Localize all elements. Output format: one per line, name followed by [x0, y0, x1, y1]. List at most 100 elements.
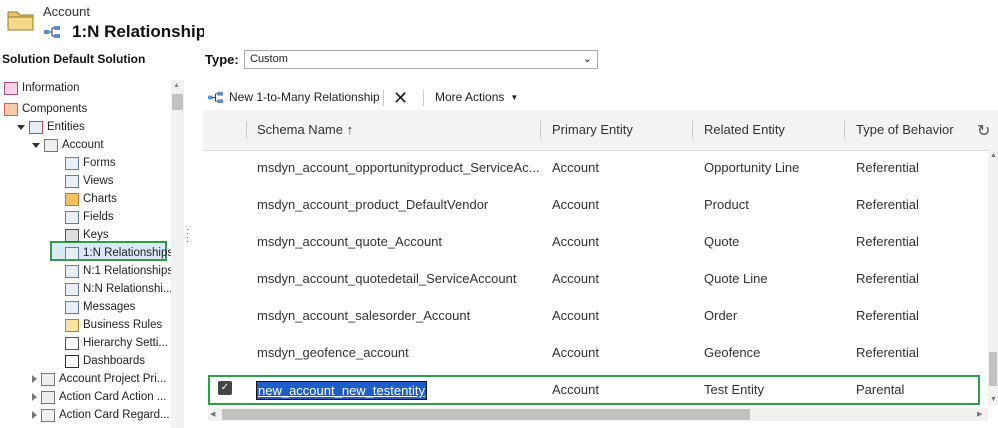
column-header-type-of-behavior[interactable]: Type of Behavior	[856, 122, 954, 137]
nav-scrollbar[interactable]	[171, 80, 184, 428]
grid-horizontal-scroll-thumb[interactable]	[222, 409, 750, 420]
cell-primary-entity: Account	[552, 345, 599, 360]
expand-icon[interactable]	[17, 124, 25, 130]
entity-icon	[41, 408, 55, 422]
expand-icon[interactable]	[32, 142, 40, 148]
column-separator	[540, 121, 541, 139]
new-relationship-button[interactable]: New 1-to-Many Relationship	[207, 90, 380, 104]
cell-type-of-behavior: Referential	[856, 234, 919, 249]
column-header-primary-entity[interactable]: Primary Entity	[552, 122, 633, 137]
entity-name: Account	[43, 4, 90, 19]
nav-scroll-thumb[interactable]	[172, 94, 183, 110]
refresh-icon[interactable]: ↻	[977, 121, 995, 140]
dashboards-icon	[65, 354, 79, 368]
cell-schema-name[interactable]: msdyn_geofence_account	[257, 345, 409, 360]
cell-schema-name[interactable]: msdyn_account_quotedetail_ServiceAccount	[257, 271, 516, 286]
cell-schema-name[interactable]: msdyn_account_product_DefaultVendor	[257, 197, 488, 212]
table-row[interactable]: msdyn_account_quotedetail_ServiceAccount…	[203, 261, 988, 298]
column-header-schema-name[interactable]: Schema Name ↑	[257, 122, 353, 137]
nav-item-account-project-price[interactable]: Account Project Pri...	[32, 370, 166, 388]
cell-related-entity: Geofence	[704, 345, 761, 360]
pane-splitter-icon[interactable]: · · · ·	[186, 225, 189, 247]
cell-schema-name[interactable]: msdyn_account_quote_Account	[257, 234, 442, 249]
table-row[interactable]: msdyn_account_opportunityproduct_Service…	[203, 150, 988, 187]
nav-item-1n-relationships[interactable]: 1:N Relationships	[65, 244, 173, 262]
nav-item-action-card-regarding[interactable]: Action Card Regard...	[32, 406, 170, 424]
information-icon	[4, 81, 18, 95]
table-row[interactable]: msdyn_account_product_DefaultVendor Acco…	[203, 187, 988, 224]
cell-related-entity: Test Entity	[704, 382, 764, 397]
table-row[interactable]: msdyn_geofence_account Account Geofence …	[203, 335, 988, 372]
scroll-up-icon[interactable]: ▲	[173, 82, 180, 89]
nav-item-forms[interactable]: Forms	[65, 154, 116, 172]
forms-icon	[65, 156, 79, 170]
cell-type-of-behavior: Parental	[856, 382, 905, 397]
scroll-down-icon[interactable]: ▼	[990, 396, 997, 403]
entities-icon	[29, 120, 43, 134]
scroll-left-icon[interactable]: ◀	[210, 410, 215, 418]
table-row[interactable]: msdyn_account_quote_Account Account Quot…	[203, 224, 988, 261]
cell-schema-name[interactable]: msdyn_account_opportunityproduct_Service…	[257, 160, 540, 175]
relationship-icon	[65, 246, 79, 260]
column-separator	[844, 121, 845, 139]
cell-type-of-behavior: Referential	[856, 345, 919, 360]
column-header-related-entity[interactable]: Related Entity	[704, 122, 785, 137]
components-icon	[4, 102, 18, 116]
cell-primary-entity: Account	[552, 234, 599, 249]
nav-item-entities[interactable]: Entities	[17, 118, 85, 136]
expand-icon[interactable]	[32, 375, 37, 383]
views-icon	[65, 174, 79, 188]
page-title: 1:N Relationships	[72, 22, 204, 41]
cell-primary-entity: Account	[552, 271, 599, 286]
more-actions-button[interactable]: More Actions ▼	[435, 90, 518, 104]
expand-icon[interactable]	[32, 393, 37, 401]
grid-vertical-scroll-thumb[interactable]	[989, 352, 997, 386]
nav-item-fields[interactable]: Fields	[65, 208, 114, 226]
scroll-up-icon[interactable]: ▲	[990, 152, 997, 159]
toolbar-separator	[423, 90, 424, 106]
chevron-down-icon: ⌄	[582, 53, 592, 65]
nav-item-information[interactable]: Information	[4, 79, 80, 97]
relationship-icon	[65, 282, 79, 296]
charts-icon	[65, 192, 79, 206]
nav-item-dashboards[interactable]: Dashboards	[65, 352, 145, 370]
nav-item-nn-relationships[interactable]: N:N Relationshi...	[65, 280, 172, 298]
solution-label: Solution Default Solution	[2, 52, 146, 66]
cell-type-of-behavior: Referential	[856, 308, 919, 323]
nav-item-keys[interactable]: Keys	[65, 226, 109, 244]
nav-item-hierarchy-settings[interactable]: Hierarchy Setti...	[65, 334, 168, 352]
relationship-icon	[208, 91, 223, 103]
nav-item-charts[interactable]: Charts	[65, 190, 117, 208]
scroll-right-icon[interactable]: ▶	[977, 410, 982, 418]
entity-icon	[41, 372, 55, 386]
cell-related-entity: Opportunity Line	[704, 160, 800, 175]
type-select[interactable]: Custom ⌄	[244, 50, 598, 69]
nav-item-messages[interactable]: Messages	[65, 298, 135, 316]
relationship-icon	[65, 264, 79, 278]
entity-icon	[44, 138, 58, 152]
business-rules-icon	[65, 318, 79, 332]
nav-item-views[interactable]: Views	[65, 172, 113, 190]
cell-related-entity: Order	[704, 308, 738, 323]
cell-primary-entity: Account	[552, 197, 599, 212]
cell-related-entity: Quote Line	[704, 271, 768, 286]
expand-icon[interactable]	[32, 411, 37, 419]
entity-icon	[41, 390, 55, 404]
hierarchy-icon	[65, 336, 79, 350]
nav-item-business-rules[interactable]: Business Rules	[65, 316, 162, 334]
nav-item-components[interactable]: Components	[4, 100, 87, 118]
nav-item-n1-relationships[interactable]: N:1 Relationships	[65, 262, 173, 280]
folder-icon	[7, 11, 34, 31]
table-row-selected[interactable]: Account Test Entity Parental	[203, 372, 988, 409]
delete-icon[interactable]: ✕	[393, 88, 408, 109]
cell-primary-entity: Account	[552, 160, 599, 175]
cell-type-of-behavior: Referential	[856, 197, 919, 212]
cell-schema-name[interactable]: msdyn_account_salesorder_Account	[257, 308, 470, 323]
cell-related-entity: Quote	[704, 234, 740, 249]
relationship-icon	[44, 26, 60, 38]
table-row[interactable]: msdyn_account_salesorder_Account Account…	[203, 298, 988, 335]
column-separator	[692, 121, 693, 139]
nav-item-action-card-action[interactable]: Action Card Action ...	[32, 388, 166, 406]
nav-item-account[interactable]: Account	[32, 136, 104, 154]
cell-primary-entity: Account	[552, 308, 599, 323]
